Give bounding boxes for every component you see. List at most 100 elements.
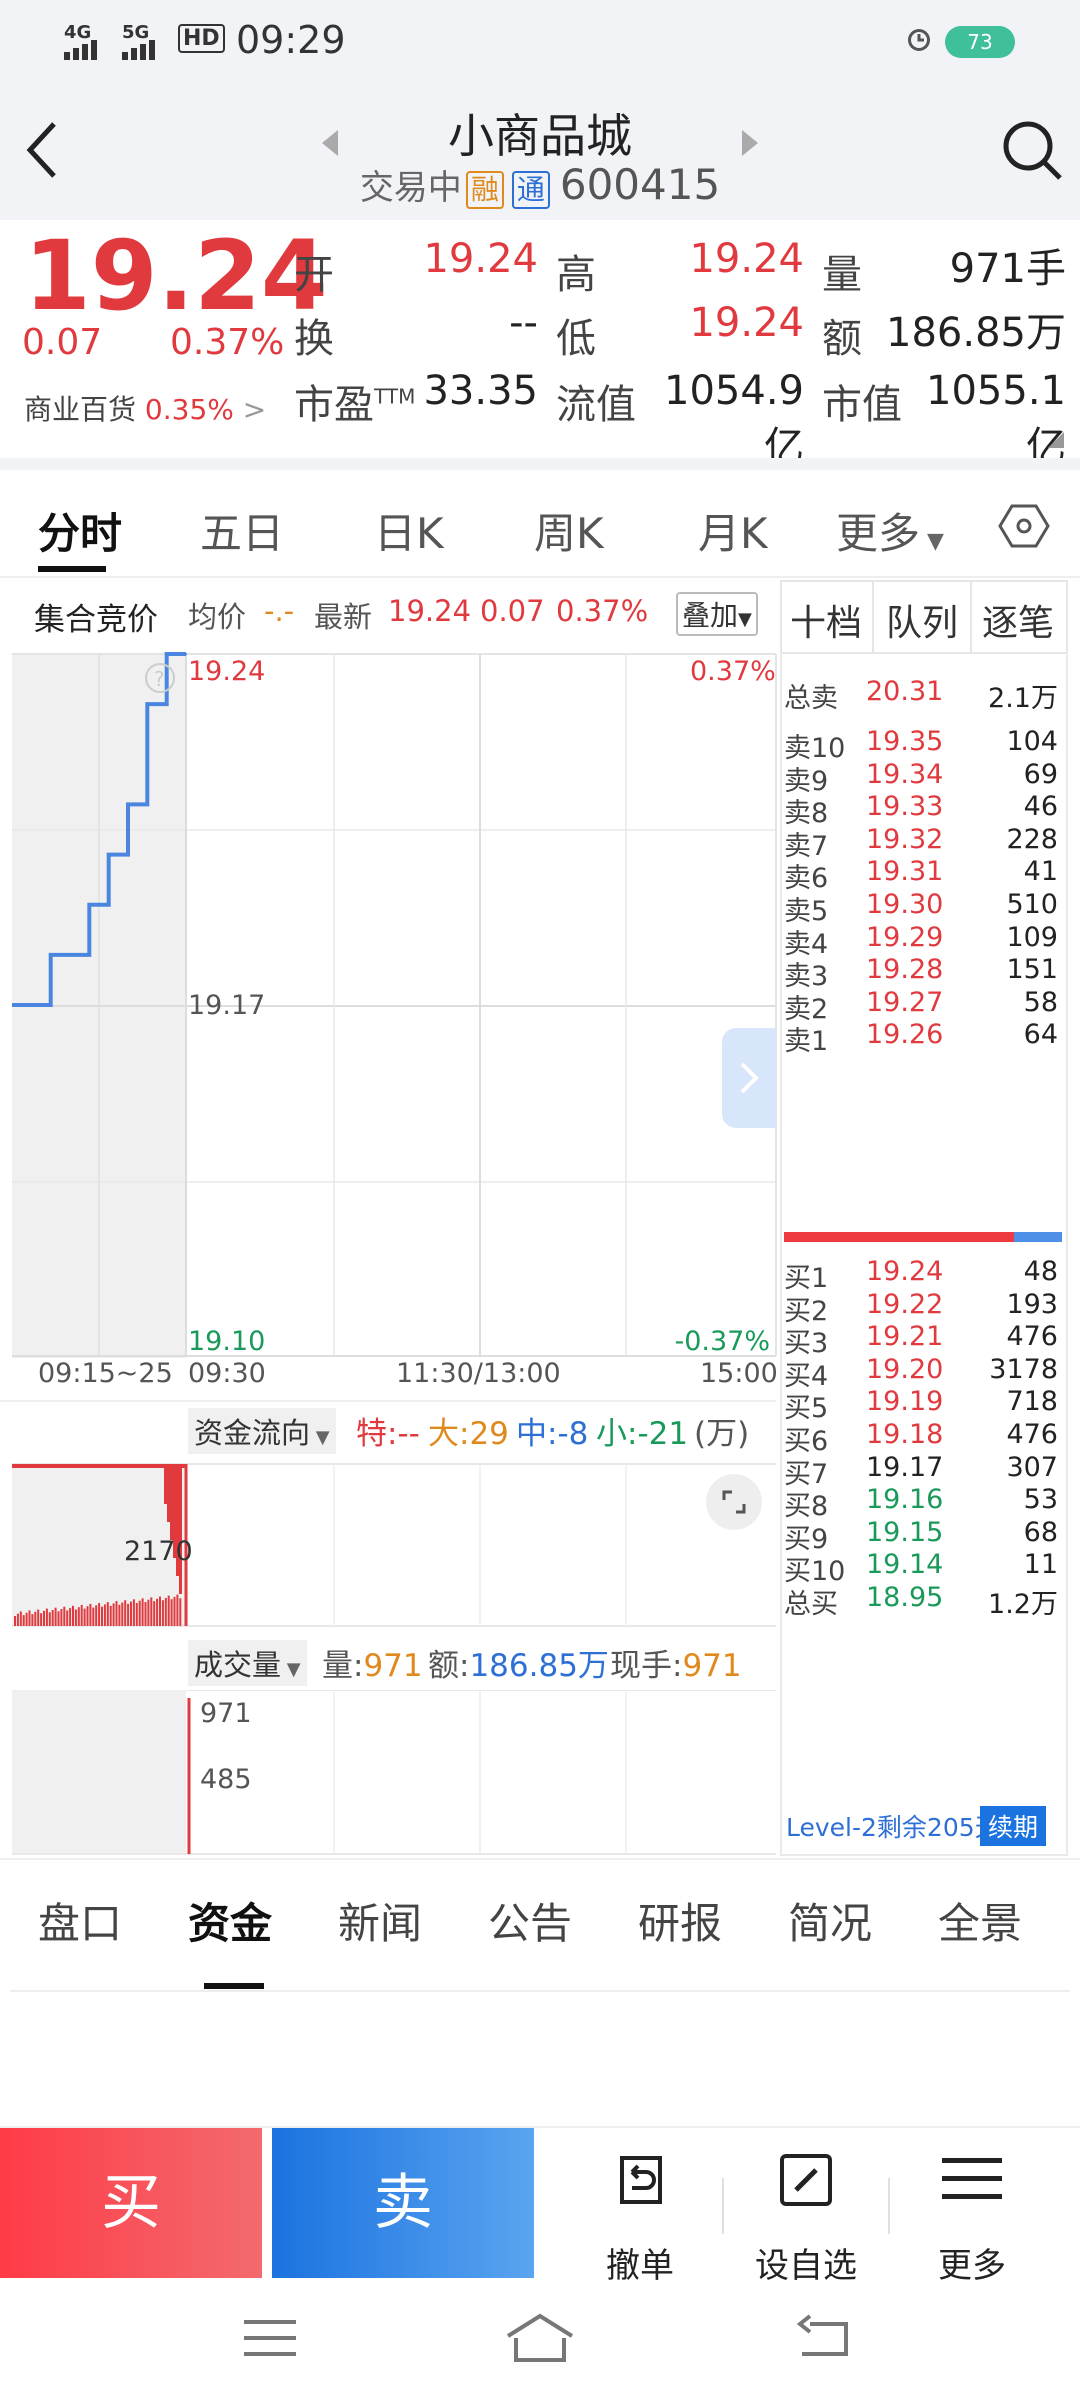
y-axis-top: 19.24 (188, 656, 266, 687)
fund-flow-bar (106, 1602, 109, 1626)
settings-hexagon-icon[interactable] (998, 500, 1050, 552)
fund-flow-bar (161, 1600, 164, 1626)
tab-five-day[interactable]: 五日 (200, 500, 284, 561)
fund-big: 大:29 (428, 1416, 509, 1452)
btab-news[interactable]: 新闻 (338, 1890, 422, 1951)
fund-flow-bar (147, 1599, 150, 1626)
nav-home-icon[interactable] (504, 2312, 576, 2364)
fund-flow-bar (179, 1598, 182, 1626)
tab-queue[interactable]: 队列 (886, 594, 958, 646)
buy-button[interactable]: 买 (0, 2128, 262, 2278)
btab-overview[interactable]: 全景 (938, 1890, 1022, 1951)
fund-flow-bar (156, 1598, 159, 1626)
orderbook-volume: 3178 (989, 1353, 1058, 1385)
orderbook-volume: 68 (1023, 1516, 1058, 1548)
auction-point (88, 953, 91, 956)
stock-subline: 交易中融通 600415 (0, 160, 1080, 209)
fund-mid: 中:-8 (516, 1416, 589, 1452)
fund-flow-bar (127, 1603, 130, 1626)
overlay-button[interactable]: 叠加▼ (676, 592, 758, 636)
tab-weekly-k[interactable]: 周K (534, 500, 604, 561)
menu-icon[interactable] (942, 2154, 1002, 2204)
vol-stat: 量:971 (322, 1648, 423, 1684)
auction-point (127, 853, 129, 856)
industry-link[interactable]: 商业百货 0.35% > (24, 388, 266, 428)
orderbook-price: 19.33 (866, 791, 944, 823)
orderbook-volume: 151 (1006, 954, 1058, 986)
btab-handicap[interactable]: 盘口 (38, 1890, 122, 1951)
fund-flow-bar (109, 1605, 112, 1626)
price-change-pct: 0.37% (170, 322, 285, 363)
fund-flow-bar (31, 1614, 34, 1626)
orderbook-row[interactable]: 卖1 19.26 64 (780, 1019, 1064, 1059)
margin-tag: 融 (465, 171, 504, 209)
corner-triangle-icon (1048, 432, 1064, 448)
market-cap-value: 1055.1亿 (926, 368, 1066, 470)
undo-order-icon[interactable] (610, 2150, 670, 2210)
search-icon[interactable] (1000, 118, 1064, 182)
renew-button[interactable]: 续期 (980, 1806, 1047, 1846)
hd-icon: HD (178, 24, 225, 53)
orderbook-volume: 510 (1006, 889, 1058, 920)
fund-flow-bar (135, 1603, 138, 1626)
fund-flow-bar (66, 1610, 69, 1626)
tab-intraday[interactable]: 分时 (38, 500, 122, 561)
fund-flow-bar (144, 1602, 147, 1626)
edit-watchlist-icon[interactable] (776, 2150, 836, 2210)
fund-flow-bar (124, 1600, 127, 1626)
fund-flow-bar (173, 1596, 176, 1626)
orderbook-level-label: 总卖 (784, 683, 838, 714)
tab-underline (38, 566, 106, 572)
fund-flow-bar (57, 1611, 60, 1626)
btab-funds[interactable]: 资金 (188, 1890, 272, 1951)
fund-flow-bar (176, 1594, 179, 1626)
orderbook-row[interactable]: 总卖 20.31 2.1万 (780, 676, 1064, 716)
volume-dropdown[interactable]: 成交量 ▼ (188, 1640, 307, 1686)
high-label: 高 (556, 252, 596, 298)
nav-back-icon[interactable] (796, 2314, 850, 2362)
auction-point (146, 803, 149, 806)
orderbook-volume: 58 (1023, 986, 1058, 1018)
tab-ten-levels[interactable]: 十档 (790, 594, 862, 646)
sell-button[interactable]: 卖 (272, 2128, 534, 2278)
chevron-right-icon: > (242, 393, 267, 426)
tab-monthly-k[interactable]: 月K (698, 500, 768, 561)
open-value: 19.24 (423, 236, 538, 282)
orderbook-volume: 48 (1023, 1256, 1058, 1287)
fund-flow-bar (164, 1464, 167, 1504)
btab-profile[interactable]: 简况 (788, 1890, 872, 1951)
fund-flow-bar (54, 1607, 57, 1626)
battery-indicator: 73 (945, 26, 1015, 58)
nav-menu-icon[interactable] (244, 2318, 296, 2358)
fund-flow-chart (12, 1463, 776, 1627)
turnover-label: 换 (294, 316, 334, 362)
fund-flow-bar (14, 1616, 16, 1626)
tab-tick[interactable]: 逐笔 (982, 594, 1054, 646)
fund-flow-bar (138, 1600, 141, 1626)
tab-more[interactable]: 更多 ▼ (836, 500, 944, 561)
alarm-icon (908, 29, 930, 51)
fullscreen-button[interactable] (706, 1474, 762, 1530)
high-value: 19.24 (689, 236, 804, 282)
auction-label: 集合竞价 (34, 602, 158, 638)
x-axis-end: 15:00 (700, 1358, 778, 1389)
expand-panel-button[interactable] (722, 1028, 776, 1128)
fund-flow-bar (92, 1607, 95, 1626)
orderbook-price: 19.16 (866, 1484, 944, 1516)
fund-flow-bar (45, 1608, 48, 1626)
btab-research[interactable]: 研报 (638, 1890, 722, 1951)
amount-label: 额 (822, 316, 862, 362)
orderbook-price: 19.28 (866, 954, 944, 986)
orderbook-volume: 193 (1006, 1288, 1058, 1320)
tab-daily-k[interactable]: 日K (374, 500, 444, 561)
current-price: 19.24 (24, 220, 328, 332)
orderbook-price: 19.35 (866, 726, 944, 757)
fund-flow-dropdown[interactable]: 资金流向 ▼ (188, 1408, 336, 1454)
orderbook-row[interactable]: 总买 18.95 1.2万 (780, 1582, 1064, 1622)
fund-flow-bar (121, 1602, 124, 1626)
fund-flow-bar (51, 1610, 54, 1626)
chevron-right-icon (740, 1062, 759, 1094)
tabs-divider (0, 576, 1080, 578)
fund-small: 小:-21 (596, 1416, 689, 1452)
btab-announcements[interactable]: 公告 (488, 1890, 572, 1951)
